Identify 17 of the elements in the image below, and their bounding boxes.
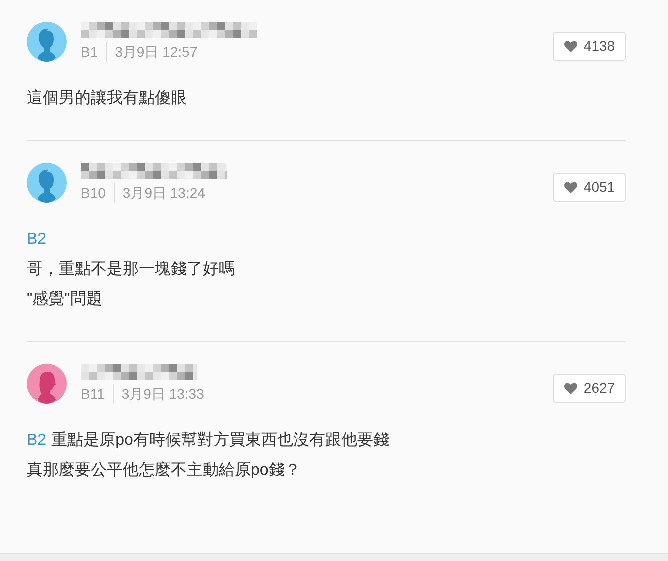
comment-time: 3月9日 13:24 [122, 184, 206, 203]
heart-icon [564, 382, 578, 395]
comment-text: 真那麼要公平他怎麼不主動給原po錢？ [27, 460, 301, 481]
comment-time: 3月9日 13:33 [120, 385, 204, 404]
like-button[interactable]: 4138 [553, 32, 626, 61]
heart-icon [564, 40, 578, 53]
like-button[interactable]: 2627 [553, 374, 626, 403]
heart-icon [564, 181, 578, 194]
floor-number: B11 [81, 384, 114, 404]
floor-number: B10 [81, 183, 115, 203]
comment-text: 重點是原po有時候幫對方買東西也沒有跟他要錢 [52, 430, 390, 451]
comment-text: 這個男的讓我有點傻眼 [27, 88, 187, 109]
like-button[interactable]: 4051 [553, 173, 626, 202]
comment-text: 哥，重點不是那一塊錢了好嗎 [27, 260, 235, 280]
comment-text: "感覺"問題 [27, 290, 102, 310]
comment-time: 3月9日 12:57 [114, 43, 198, 62]
floor-number: B1 [81, 42, 108, 62]
